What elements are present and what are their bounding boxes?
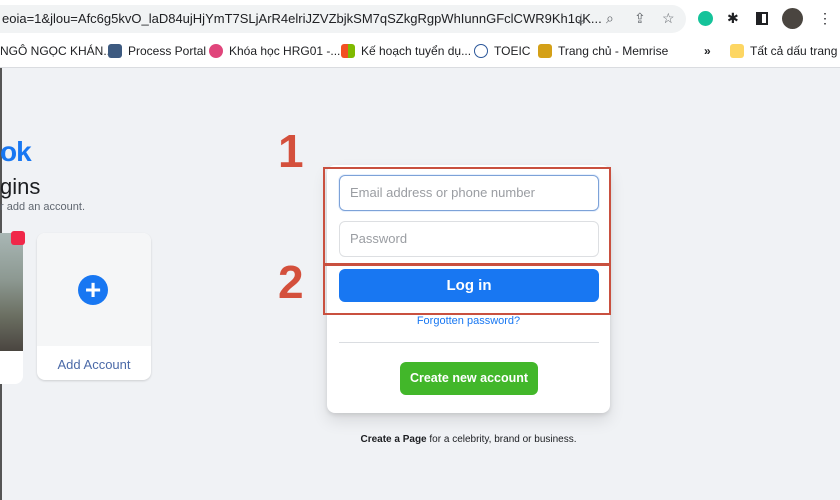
create-account-button[interactable]: Create new account bbox=[400, 362, 538, 395]
account-photo bbox=[0, 233, 23, 351]
share-icon[interactable]: ⇪ bbox=[634, 10, 646, 27]
menu-icon[interactable]: ⋮ bbox=[818, 10, 832, 27]
bookmarks-bar: NGÔ NGỌC KHÁN... Process Portal Khóa học… bbox=[0, 36, 840, 68]
microsoft-icon bbox=[341, 44, 355, 58]
forgot-password-link[interactable]: Forgotten password? bbox=[327, 315, 610, 327]
bookmark[interactable]: Kế hoạch tuyển dụ... bbox=[341, 44, 471, 58]
add-account-label: Add Account bbox=[57, 357, 131, 372]
annotation-box-2 bbox=[323, 264, 611, 315]
install-icon[interactable]: ⤓ bbox=[578, 10, 584, 27]
annotation-box-1 bbox=[323, 167, 611, 265]
memrise-icon bbox=[538, 44, 552, 58]
bookmark[interactable]: Process Portal bbox=[108, 44, 206, 58]
bookmark-icon bbox=[108, 44, 122, 58]
plus-icon: + bbox=[78, 275, 108, 305]
create-page-text: Create a Page for a celebrity, brand or … bbox=[360, 434, 577, 445]
more-bookmarks-button[interactable]: » bbox=[704, 44, 711, 58]
add-account-card[interactable]: + Add Account bbox=[37, 233, 151, 380]
extensions-icon[interactable]: ✱ bbox=[727, 10, 739, 27]
folder-icon bbox=[730, 44, 744, 58]
recent-logins-heading: gins bbox=[0, 174, 41, 199]
bookmark[interactable]: Khóa học HRG01 -... bbox=[209, 44, 340, 58]
annotation-number-1: 1 bbox=[278, 125, 304, 177]
browser-toolbar: eoia=1&jlou=Afc6g5kvO_laD84ujHjYmT7SLjAr… bbox=[0, 0, 840, 36]
all-bookmarks[interactable]: Tất cả dấu trang bbox=[730, 44, 837, 58]
bookmark-icon bbox=[474, 44, 488, 58]
avatar[interactable] bbox=[782, 8, 803, 29]
bookmark[interactable]: TOEIC bbox=[474, 44, 530, 58]
facebook-logo: ok bbox=[0, 136, 32, 167]
star-icon[interactable]: ☆ bbox=[662, 10, 675, 27]
grammarly-icon[interactable] bbox=[698, 11, 713, 26]
account-card[interactable] bbox=[0, 233, 23, 384]
bookmark[interactable]: NGÔ NGỌC KHÁN... bbox=[0, 44, 113, 58]
bookmark-icon bbox=[209, 44, 223, 58]
zoom-icon[interactable]: ⌕ bbox=[606, 10, 614, 27]
notification-badge bbox=[11, 231, 25, 245]
sidebar-icon[interactable] bbox=[756, 12, 768, 25]
divider bbox=[339, 342, 599, 343]
recent-logins-subtitle: r add an account. bbox=[0, 201, 86, 213]
annotation-number-2: 2 bbox=[278, 256, 304, 308]
bookmark[interactable]: Trang chủ - Memrise bbox=[538, 44, 668, 58]
forgot-password-text[interactable]: Forgotten password? bbox=[417, 315, 520, 327]
create-page-link[interactable]: Create a Page bbox=[360, 434, 426, 445]
